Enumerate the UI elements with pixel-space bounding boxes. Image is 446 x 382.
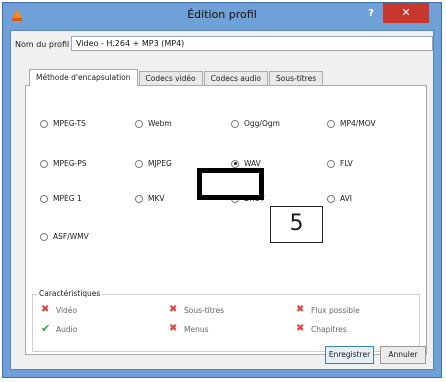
help-button[interactable]: ? (363, 7, 379, 21)
profile-name-input[interactable]: Video - H.264 + MP3 (MP4) (71, 36, 433, 51)
close-button[interactable]: ✕ (383, 3, 429, 23)
encapsulation-panel: MPEG-TS Webm Ogg/Ogm MP4/MOV MPEG-PS MJP… (25, 85, 427, 355)
cross-icon: ✖ (169, 304, 178, 315)
cancel-button[interactable]: Annuler (380, 346, 426, 364)
dialog-body: Nom du profil Video - H.264 + MP3 (MP4) … (10, 30, 434, 370)
radio-mpeg-1[interactable]: MPEG 1 (40, 194, 82, 203)
feature-label: Chapitres (311, 324, 347, 334)
tab-encapsulation[interactable]: Méthode d'encapsulation (29, 69, 138, 86)
feature-video: ✖ Vidéo (41, 305, 77, 315)
radio-label: MPEG 1 (53, 194, 82, 203)
feature-label: Vidéo (56, 305, 78, 315)
profile-name-label: Nom du profil (15, 40, 70, 49)
radio-mkv[interactable]: MKV (135, 194, 165, 203)
radio-indicator (40, 232, 48, 241)
radio-indicator (135, 119, 143, 128)
radio-label: MP4/MOV (340, 119, 376, 128)
radio-indicator (231, 119, 239, 128)
radio-indicator (40, 159, 48, 168)
radio-label: MKV (148, 194, 165, 203)
radio-label: MPEG-TS (53, 119, 86, 128)
radio-ogg-ogm[interactable]: Ogg/Ogm (231, 119, 280, 128)
feature-label: Menus (184, 324, 209, 334)
feature-audio: ✔ Audio (41, 322, 78, 335)
feature-menus: ✖ Menus (169, 324, 209, 334)
check-icon: ✔ (41, 322, 51, 335)
radio-indicator (135, 159, 143, 168)
tab-video-codec[interactable]: Codecs vidéo (138, 71, 203, 86)
wav-highlight-box (197, 168, 264, 200)
radio-mpeg-ps[interactable]: MPEG-PS (40, 159, 87, 168)
tab-audio-codec[interactable]: Codecs audio (203, 71, 269, 86)
radio-label: MPEG-PS (53, 159, 87, 168)
cross-icon: ✖ (296, 323, 305, 334)
radio-label: Ogg/Ogm (244, 119, 280, 128)
features-legend: Caractéristiques (37, 289, 103, 298)
radio-indicator (40, 194, 48, 203)
radio-indicator (40, 119, 48, 128)
radio-wav[interactable]: WAV (231, 159, 261, 168)
radio-label: ASF/WMV (53, 232, 89, 241)
radio-label: Webm (148, 119, 172, 128)
step-number-callout: 5 (270, 206, 323, 243)
tab-bar: Méthode d'encapsulation Codecs vidéo Cod… (29, 69, 324, 86)
cross-icon: ✖ (41, 304, 50, 315)
title-bar: Édition profil ? ✕ (3, 3, 441, 30)
radio-webm[interactable]: Webm (135, 119, 172, 128)
feature-label: Sous-titres (184, 305, 225, 315)
radio-mjpeg[interactable]: MJPEG (135, 159, 172, 168)
radio-indicator (327, 159, 335, 168)
save-button[interactable]: Enregistrer (325, 346, 374, 364)
radio-mpeg-ts[interactable]: MPEG-TS (40, 119, 86, 128)
radio-label: MJPEG (148, 159, 172, 168)
radio-label: AVI (340, 194, 352, 203)
cross-icon: ✖ (296, 304, 305, 315)
radio-asf-wmv[interactable]: ASF/WMV (40, 232, 89, 241)
feature-label: Flux possible (311, 305, 360, 315)
radio-indicator (327, 194, 335, 203)
feature-chapters: ✖ Chapitres (296, 324, 347, 334)
profile-edit-window: Édition profil ? ✕ Nom du profil Video -… (2, 2, 442, 378)
feature-subtitles: ✖ Sous-titres (169, 305, 224, 315)
radio-avi[interactable]: AVI (327, 194, 352, 203)
radio-flv[interactable]: FLV (327, 159, 353, 168)
radio-indicator (135, 194, 143, 203)
radio-indicator (327, 119, 335, 128)
features-group: Caractéristiques ✖ Vidéo ✖ Sous-titres ✖… (32, 289, 420, 352)
cross-icon: ✖ (169, 323, 178, 334)
radio-indicator-checked (231, 159, 239, 168)
feature-label: Audio (56, 324, 78, 334)
radio-label: FLV (340, 159, 353, 168)
radio-mp4-mov[interactable]: MP4/MOV (327, 119, 376, 128)
tab-subtitles[interactable]: Sous-titres (269, 71, 324, 86)
feature-streaming: ✖ Flux possible (296, 305, 360, 315)
radio-label: WAV (244, 159, 261, 168)
